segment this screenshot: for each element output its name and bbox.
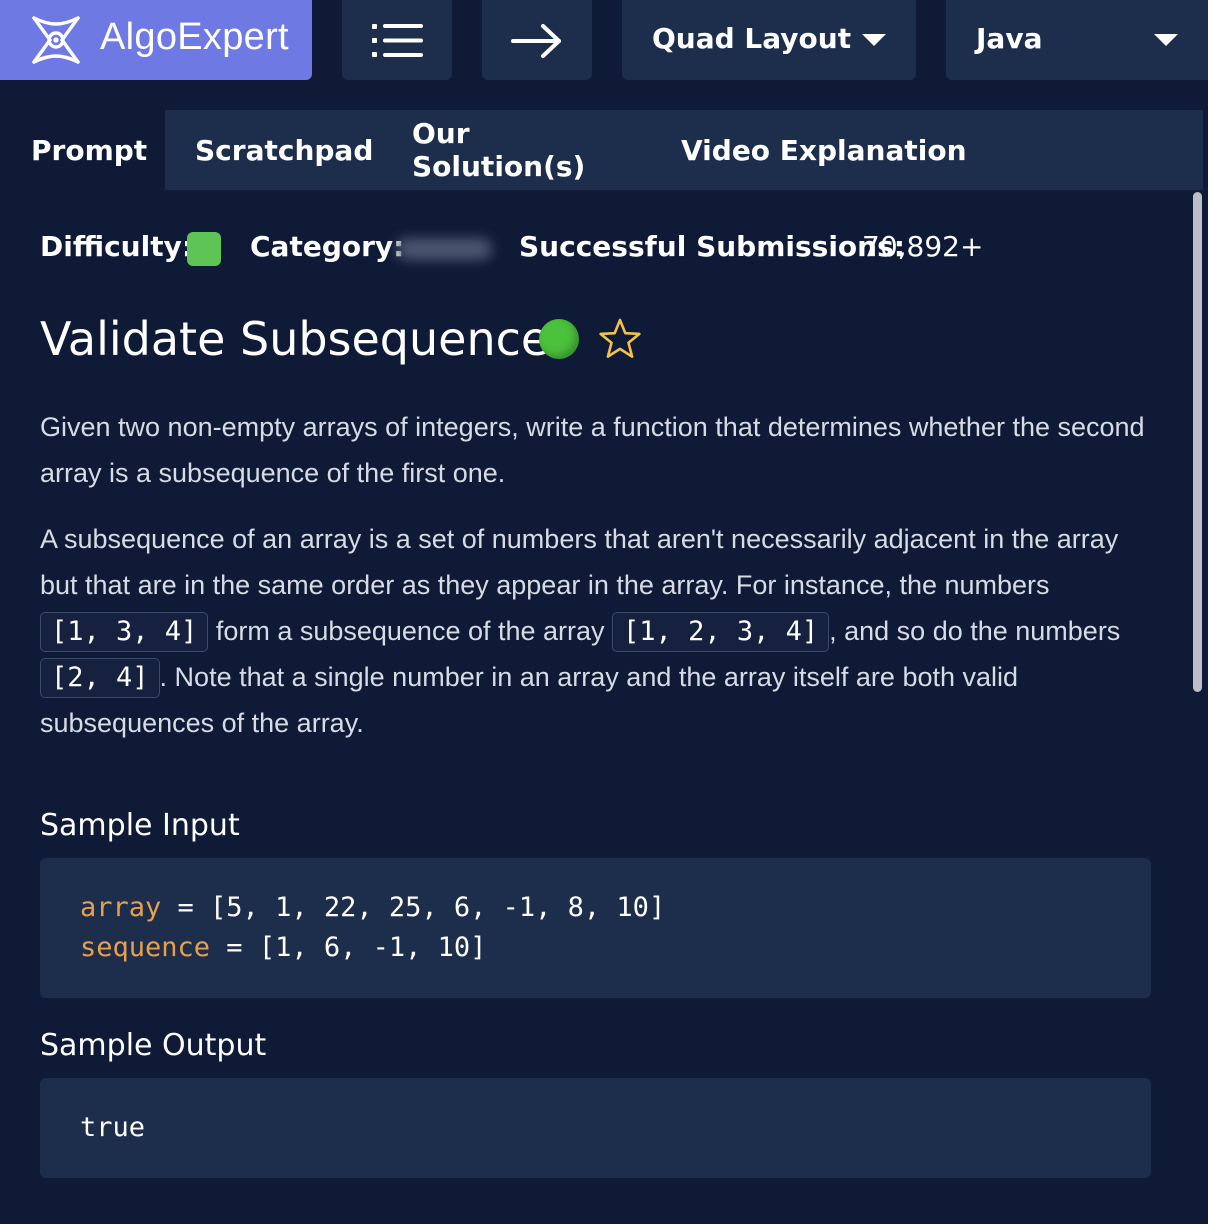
prompt-paragraph-2: A subsequence of an array is a set of nu… [40,516,1155,746]
difficulty-indicator [187,232,221,266]
brand-name: AlgoExpert [100,16,289,58]
tab-our-solutions[interactable]: Our Solution(s) [382,110,652,190]
next-question-button[interactable] [482,0,592,80]
layout-select-value: Quad Layout [652,22,852,55]
arrow-right-icon [511,24,561,58]
code-value: = [1, 6, -1, 10] [210,932,487,963]
sample-output-block: true [40,1078,1151,1178]
question-meta: Difficulty: Category: Successful Submiss… [40,230,1180,270]
tab-video-explanation[interactable]: Video Explanation [651,110,971,190]
layout-select[interactable]: Quad Layout [622,0,916,80]
code-variable: array [80,892,162,923]
tab-label: Prompt [31,133,148,167]
code-line: true [80,1112,146,1143]
code-line: array = [5, 1, 22, 25, 6, -1, 8, 10] [80,888,1111,928]
star-icon[interactable] [598,318,642,360]
inline-code: [1, 3, 4] [40,612,209,652]
prompt-text: A subsequence of an array is a set of nu… [40,524,1119,600]
code-line: sequence = [1, 6, -1, 10] [80,928,1111,968]
algoexpert-logo-icon [32,16,80,64]
category-label: Category: [250,230,405,263]
top-toolbar: AlgoExpert Quad Layout Java [0,0,1208,110]
question-list-button[interactable] [342,0,452,80]
chevron-down-icon [1154,34,1178,46]
sample-output-heading: Sample Output [40,1028,267,1063]
scrollbar-thumb[interactable] [1193,192,1202,692]
difficulty-label: Difficulty: [40,230,194,263]
inline-code: [2, 4] [40,658,160,698]
prompt-tab-bar: Prompt Scratchpad Our Solution(s) Video … [0,110,1203,190]
tab-scratchpad[interactable]: Scratchpad [165,110,380,190]
submissions-label: Successful Submissions: [519,230,905,263]
code-value: = [5, 1, 22, 25, 6, -1, 8, 10] [161,892,666,923]
sample-input-block: array = [5, 1, 22, 25, 6, -1, 8, 10] seq… [40,858,1151,998]
tab-prompt[interactable]: Prompt [0,110,165,190]
prompt-text: , and so do the numbers [829,616,1121,646]
category-value-hidden [396,238,492,260]
prompt-text: . Note that a single number in an array … [40,662,1019,738]
tab-label: Scratchpad [195,133,374,167]
language-select-value: Java [976,22,1043,55]
prompt-paragraph-1: Given two non-empty arrays of integers, … [40,412,1145,488]
language-select[interactable]: Java [946,0,1208,80]
submissions-count: 70,892+ [862,230,984,263]
question-title: Validate Subsequence [40,312,550,366]
completed-status-icon [539,319,579,359]
chevron-down-icon [862,34,886,46]
inline-code: [1, 2, 3, 4] [612,612,830,652]
algoexpert-home-button[interactable]: AlgoExpert [0,0,312,80]
prompt-panel: Difficulty: Category: Successful Submiss… [0,190,1190,1224]
code-variable: sequence [80,932,211,963]
list-icon [372,24,423,57]
tab-label: Video Explanation [681,133,967,167]
sample-input-heading: Sample Input [40,808,240,843]
tab-label: Our Solution(s) [412,117,586,183]
prompt-text: form a subsequence of the array [208,616,613,646]
